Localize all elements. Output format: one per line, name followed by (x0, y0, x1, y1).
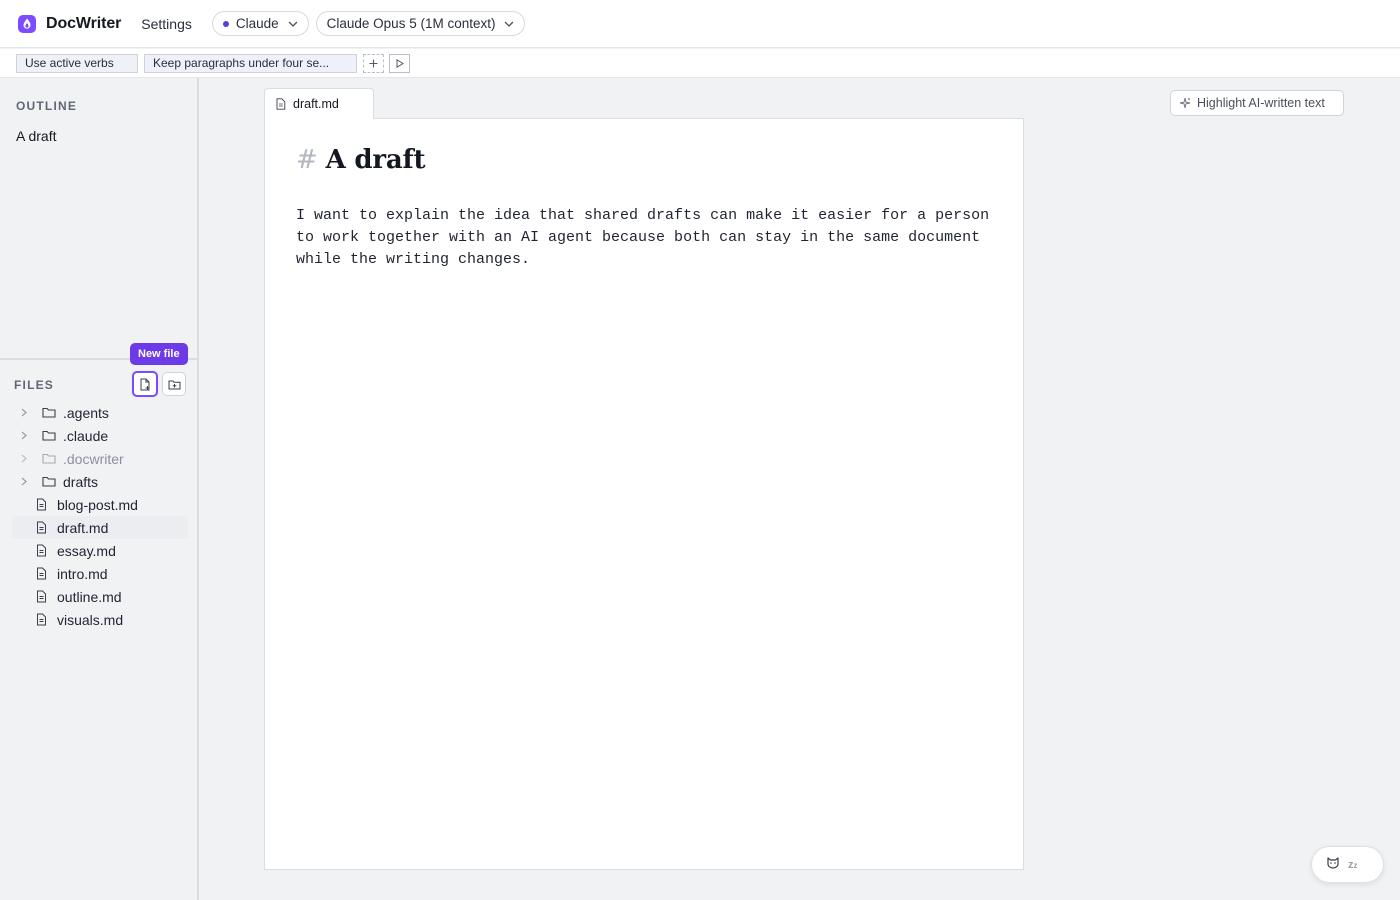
file-tree-label: visuals.md (57, 611, 124, 628)
file-tree-label: .agents (63, 404, 109, 421)
file-row[interactable]: blog-post.md (12, 493, 188, 516)
app-title: DocWriter (46, 14, 122, 32)
heading-text: A draft (325, 145, 426, 175)
new-file-tooltip: New file (130, 343, 188, 365)
file-tree: .agents .claude .docwriter drafts blog-p… (12, 401, 188, 631)
file-tree-label: .claude (63, 427, 109, 444)
new-folder-button[interactable] (162, 372, 186, 396)
folder-row-agents[interactable]: .agents (12, 401, 188, 424)
file-tree-label: intro.md (57, 565, 108, 582)
top-bar: DocWriter Settings Claude Claude Opus 5 … (0, 0, 1400, 48)
folder-row-drafts[interactable]: drafts (12, 470, 188, 493)
settings-link[interactable]: Settings (141, 16, 192, 32)
document-icon (36, 590, 50, 603)
file-row[interactable]: intro.md (12, 562, 188, 585)
chevron-right-icon (18, 431, 30, 440)
document-icon (36, 521, 50, 534)
chevron-right-icon (18, 408, 30, 417)
run-rules-button[interactable] (389, 53, 410, 73)
model-label: Claude Opus 5 (1M context) (326, 16, 496, 31)
docwriter-logo-icon (18, 14, 36, 33)
new-file-button[interactable] (132, 371, 158, 397)
document-icon (276, 98, 286, 110)
outline-label: OUTLINE (16, 99, 78, 113)
file-row[interactable]: visuals.md (12, 608, 188, 631)
file-tree-label: draft.md (57, 519, 109, 536)
document-heading[interactable]: # A draft (296, 145, 426, 175)
document-icon (36, 567, 50, 580)
tab-label: draft.md (293, 97, 339, 111)
document-icon (36, 613, 50, 626)
highlight-ai-text-label: Highlight AI-written text (1197, 96, 1325, 110)
file-tree-label: blog-post.md (57, 496, 138, 513)
outline-item[interactable]: A draft (16, 128, 56, 144)
file-row[interactable]: outline.md (12, 585, 188, 608)
plus-icon (369, 59, 378, 67)
document-icon (36, 544, 50, 557)
tab-draft-md[interactable]: draft.md (264, 88, 374, 119)
folder-icon (42, 407, 56, 418)
rules-bar: Use active verbs Keep paragraphs under f… (0, 49, 1400, 78)
document-editor[interactable]: # A draft I want to explain the idea that… (264, 118, 1024, 870)
files-label: FILES (14, 378, 55, 392)
file-tree-label: outline.md (57, 588, 122, 605)
chevron-down-icon (504, 21, 514, 27)
document-body[interactable]: I want to explain the idea that shared d… (296, 205, 1006, 271)
rule-chip[interactable]: Keep paragraphs under four se... (144, 53, 357, 73)
folder-icon (42, 453, 56, 464)
file-row-active[interactable]: draft.md (12, 516, 188, 539)
file-row[interactable]: essay.md (12, 539, 188, 562)
cat-icon (1326, 856, 1340, 874)
sparkle-icon (1179, 97, 1191, 109)
folder-icon (42, 430, 56, 441)
folder-row-claude[interactable]: .claude (12, 424, 188, 447)
add-rule-button[interactable] (363, 53, 384, 73)
file-tree-label: essay.md (57, 542, 116, 559)
chevron-right-icon (18, 454, 30, 463)
new-folder-icon (168, 380, 180, 389)
new-file-icon (140, 378, 150, 390)
provider-label: Claude (235, 16, 279, 31)
highlight-ai-text-button[interactable]: Highlight AI-written text (1170, 90, 1344, 116)
chevron-right-icon (18, 477, 30, 486)
play-icon (396, 58, 404, 68)
document-icon (36, 498, 50, 511)
heading-marker: # (296, 145, 318, 175)
status-dot-icon (222, 20, 229, 27)
sidebar: OUTLINE A draft FILES New file .agents .… (0, 78, 199, 900)
folder-row-docwriter[interactable]: .docwriter (12, 447, 188, 470)
provider-selector[interactable]: Claude (211, 11, 309, 36)
sleeping-indicator: zz (1348, 858, 1358, 871)
assistant-button[interactable]: zz (1311, 846, 1384, 883)
rule-chip[interactable]: Use active verbs (16, 53, 138, 73)
model-selector[interactable]: Claude Opus 5 (1M context) (315, 11, 526, 36)
file-tree-label: .docwriter (63, 450, 124, 467)
file-tree-label: drafts (63, 473, 99, 490)
folder-icon (42, 476, 56, 487)
chevron-down-icon (288, 21, 298, 27)
